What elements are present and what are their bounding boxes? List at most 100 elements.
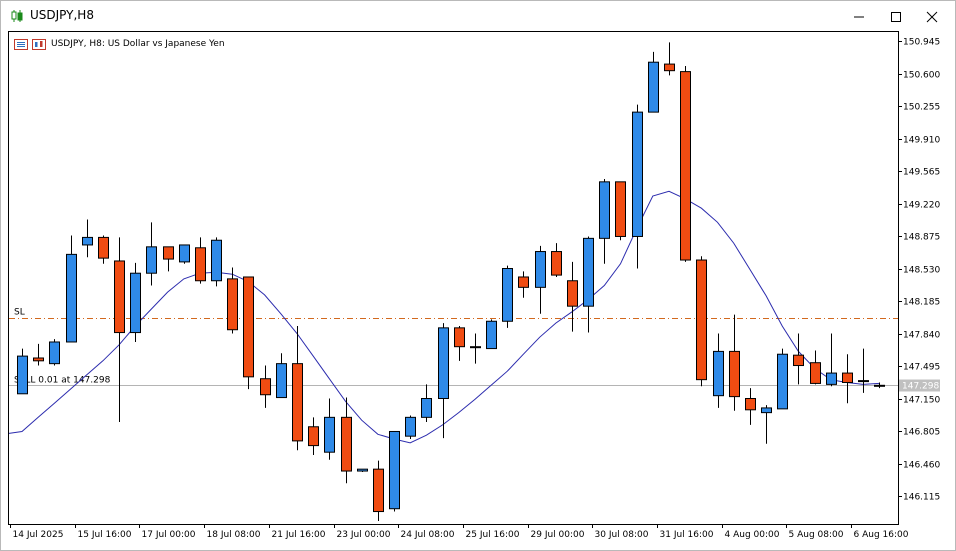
bullish-candle[interactable]: [49, 341, 60, 365]
bearish-candle[interactable]: [664, 63, 675, 72]
bearish-candle[interactable]: [308, 426, 319, 447]
close-button[interactable]: [914, 3, 950, 31]
bullish-candle[interactable]: [179, 244, 190, 263]
minimize-button[interactable]: [841, 3, 877, 31]
time-tick-label: 4 Aug 00:00: [725, 530, 780, 540]
price-tick-label: 146.460: [903, 461, 940, 471]
bearish-candle[interactable]: [615, 181, 626, 237]
bearish-candle[interactable]: [195, 247, 206, 282]
window-title: USDJPY,H8: [30, 8, 94, 22]
bearish-candle[interactable]: [163, 246, 174, 260]
time-tick-label: 5 Aug 08:00: [789, 530, 844, 540]
bullish-candle[interactable]: [777, 353, 788, 410]
time-tick-label: 30 Jul 08:00: [595, 530, 649, 540]
bullish-candle[interactable]: [66, 253, 77, 343]
plot-frame: [8, 31, 899, 525]
bearish-candle[interactable]: [292, 363, 303, 442]
bullish-candle[interactable]: [535, 251, 546, 288]
price-tick-label: 149.220: [903, 201, 940, 211]
bearish-candle[interactable]: [745, 398, 756, 411]
bullish-candle[interactable]: [713, 350, 724, 397]
bullish-candle[interactable]: [82, 236, 93, 246]
price-tag-label: 147.298: [902, 382, 939, 392]
bullish-candle[interactable]: [324, 416, 335, 453]
price-tick-label: 146.805: [903, 428, 940, 438]
bullish-candle[interactable]: [486, 320, 497, 350]
chart-area[interactable]: 150.945 150.600 150.255 149.910 149.565 149.2…: [8, 31, 949, 547]
bullish-candle[interactable]: [826, 372, 837, 385]
symbol-description: USDJPY, H8: US Dollar vs Japanese Yen: [51, 39, 225, 49]
chart-window: USDJPY,H8 150.945 150.600 150.255 149.910 14…: [0, 0, 956, 551]
price-tick-label: 147.150: [903, 396, 940, 406]
bearish-candle[interactable]: [114, 260, 125, 334]
stop-loss-label: SL: [14, 308, 25, 318]
bullish-candle[interactable]: [599, 181, 610, 239]
time-tick-label: 24 Jul 08:00: [401, 530, 455, 540]
time-tick-label: 21 Jul 16:00: [272, 530, 326, 540]
minimize-icon: [854, 16, 864, 18]
bearish-candle[interactable]: [243, 276, 254, 378]
price-tick-label: 150.255: [903, 103, 940, 113]
bearish-candle[interactable]: [33, 357, 44, 362]
time-tick-label: 23 Jul 00:00: [337, 530, 391, 540]
time-tick-label: 6 Aug 16:00: [854, 530, 909, 540]
price-tick-label: 147.840: [903, 331, 940, 341]
bearish-candle[interactable]: [842, 372, 853, 383]
bearish-candle[interactable]: [858, 380, 869, 383]
chart-legend: USDJPY, H8: US Dollar vs Japanese Yen: [14, 37, 225, 51]
price-tick-label: 150.600: [903, 71, 940, 81]
price-tick-label: 149.910: [903, 136, 940, 146]
bullish-candle[interactable]: [583, 237, 594, 307]
price-chart[interactable]: 150.945 150.600 150.255 149.910 149.565 149.2…: [8, 31, 949, 547]
bullish-candle[interactable]: [146, 246, 157, 274]
bearish-candle[interactable]: [696, 259, 707, 381]
bullish-candle[interactable]: [421, 398, 432, 418]
bullish-candle[interactable]: [405, 416, 416, 437]
bullish-candle[interactable]: [648, 61, 659, 113]
bullish-candle[interactable]: [632, 111, 643, 237]
bullish-candle[interactable]: [357, 468, 368, 472]
order-label: SELL 0.01 at 147.298: [14, 376, 111, 386]
maximize-icon: [891, 12, 901, 22]
bearish-candle[interactable]: [680, 71, 691, 261]
bullish-candle[interactable]: [389, 430, 400, 510]
time-tick-label: 17 Jul 00:00: [142, 530, 196, 540]
candlestick-app-icon: [11, 10, 23, 22]
bearish-candle[interactable]: [810, 362, 821, 384]
bearish-candle[interactable]: [341, 416, 352, 472]
bearish-candle[interactable]: [729, 350, 740, 398]
price-tick-label: 147.495: [903, 363, 940, 373]
market-watch-icon[interactable]: [14, 38, 28, 50]
chart-properties-icon[interactable]: [32, 38, 46, 50]
bullish-candle[interactable]: [761, 407, 772, 414]
bullish-candle[interactable]: [211, 239, 222, 282]
time-tick-label: 14 Jul 2025: [13, 530, 64, 540]
bearish-candle[interactable]: [260, 378, 271, 396]
price-tick-label: 146.115: [903, 493, 940, 503]
bearish-candle[interactable]: [518, 276, 529, 288]
price-tick-label: 148.185: [903, 298, 940, 308]
time-tick-label: 29 Jul 00:00: [531, 530, 585, 540]
maximize-button[interactable]: [878, 3, 914, 31]
bearish-candle[interactable]: [98, 236, 109, 259]
price-tick-label: 150.945: [903, 38, 940, 48]
price-tick-label: 148.875: [903, 233, 940, 243]
bearish-candle[interactable]: [227, 278, 238, 331]
bullish-candle[interactable]: [502, 268, 513, 322]
bullish-candle[interactable]: [130, 272, 141, 334]
time-tick-label: 15 Jul 16:00: [78, 530, 132, 540]
bearish-candle[interactable]: [373, 468, 384, 513]
price-tick-label: 148.530: [903, 266, 940, 276]
bearish-candle[interactable]: [793, 354, 804, 367]
bearish-candle[interactable]: [567, 280, 578, 307]
price-tick-label: 149.565: [903, 168, 940, 178]
title-bar: USDJPY,H8: [1, 1, 955, 31]
bullish-candle[interactable]: [276, 363, 287, 399]
bearish-candle[interactable]: [454, 327, 465, 348]
bullish-candle[interactable]: [438, 327, 449, 400]
bearish-candle[interactable]: [551, 251, 562, 276]
bullish-candle[interactable]: [470, 346, 481, 349]
bullish-candle[interactable]: [874, 384, 885, 387]
time-tick-label: 25 Jul 16:00: [466, 530, 520, 540]
bullish-candle[interactable]: [17, 355, 28, 395]
